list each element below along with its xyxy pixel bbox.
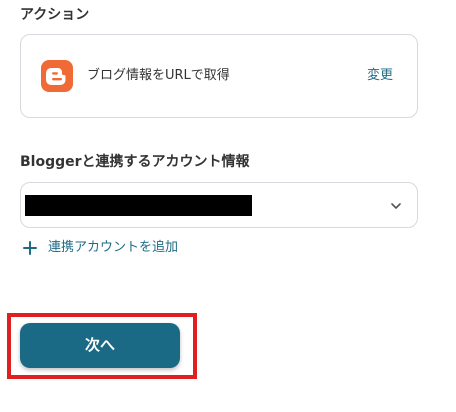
- next-button[interactable]: 次へ: [20, 323, 180, 368]
- plus-icon: [22, 240, 38, 256]
- add-account-link[interactable]: 連携アカウントを追加: [22, 238, 178, 258]
- add-account-label: 連携アカウントを追加: [48, 240, 179, 255]
- action-card: ブログ情報をURLで取得 変更: [20, 34, 418, 118]
- change-action-link[interactable]: 変更: [367, 67, 393, 85]
- action-name: ブログ情報をURLで取得: [87, 68, 230, 83]
- account-select[interactable]: ████████████: [20, 182, 418, 228]
- action-section-label: アクション: [20, 7, 90, 23]
- chevron-down-icon: [389, 198, 403, 217]
- selected-account-value: ████████████: [25, 195, 252, 216]
- account-section-label: Bloggerと連携するアカウント情報: [20, 154, 250, 170]
- page: アクション ブログ情報をURLで取得 変更 Bloggerと連携するアカウント情…: [0, 0, 456, 412]
- blogger-icon: [41, 60, 73, 92]
